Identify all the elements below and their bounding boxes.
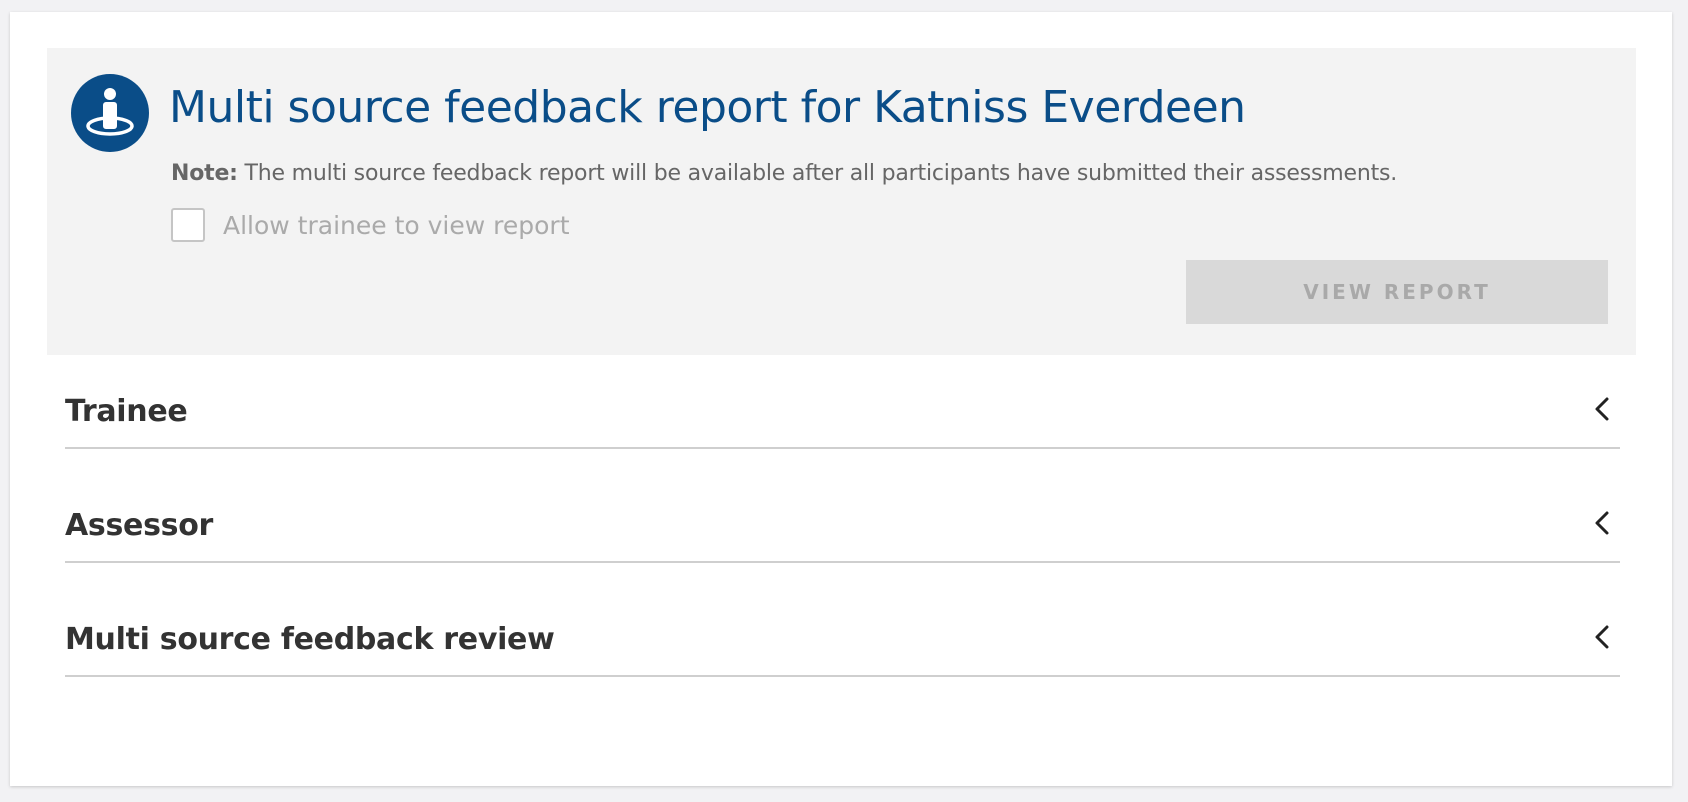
section-label[interactable]: Trainee (65, 394, 188, 429)
page-title: Multi source feedback report for Katniss… (169, 82, 1246, 133)
allow-trainee-label[interactable]: Allow trainee to view report (223, 211, 570, 240)
section-label[interactable]: Multi source feedback review (65, 622, 555, 657)
allow-trainee-checkbox[interactable] (171, 208, 205, 242)
note-text: The multi source feedback report will be… (237, 161, 1398, 186)
availability-note: Note: The multi source feedback report w… (171, 161, 1397, 186)
chevron-left-icon[interactable] (1592, 395, 1612, 423)
section-trainee[interactable]: Trainee (65, 375, 1620, 449)
report-card: Multi source feedback report for Katniss… (10, 12, 1672, 786)
chevron-left-icon[interactable] (1592, 623, 1612, 651)
section-label[interactable]: Assessor (65, 508, 213, 543)
view-report-button[interactable]: VIEW REPORT (1186, 260, 1608, 324)
chevron-left-icon[interactable] (1592, 509, 1612, 537)
person-target-icon (71, 74, 149, 152)
section-assessor[interactable]: Assessor (65, 489, 1620, 563)
section-msf-review[interactable]: Multi source feedback review (65, 603, 1620, 677)
note-prefix: Note: (171, 161, 238, 186)
allow-trainee-option[interactable]: Allow trainee to view report (171, 206, 570, 244)
report-header-panel: Multi source feedback report for Katniss… (47, 48, 1636, 355)
